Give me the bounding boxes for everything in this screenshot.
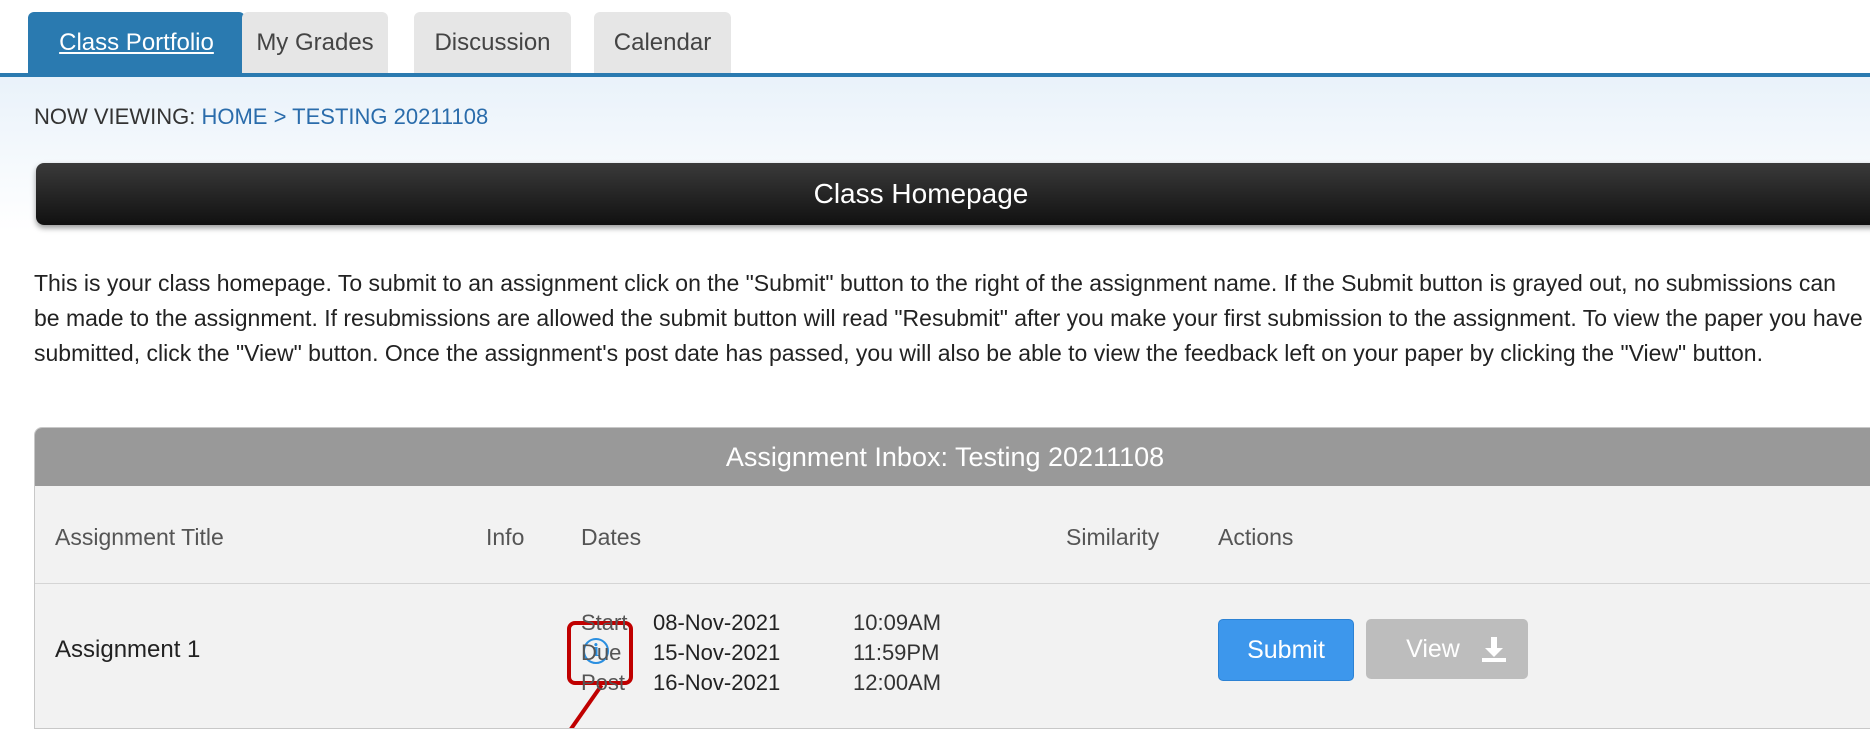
tab-class-portfolio[interactable]: Class Portfolio xyxy=(28,12,245,74)
start-date: 08-Nov-2021 xyxy=(653,610,781,635)
column-header-title: Assignment Title xyxy=(55,524,224,550)
download-icon xyxy=(1482,637,1506,662)
breadcrumb: NOW VIEWING: HOME > TESTING 20211108 xyxy=(34,104,488,130)
post-time: 12:00AM xyxy=(853,670,942,695)
date-line-post: Post 16-Nov-2021 12:00AM xyxy=(581,668,941,698)
tab-my-grades[interactable]: My Grades xyxy=(242,12,388,74)
tab-bar: Class Portfolio My Grades Discussion Cal… xyxy=(0,0,1870,77)
assignment-dates: Start 08-Nov-2021 10:09AM Due 15-Nov-2021 11… xyxy=(581,608,941,698)
class-homepage-bar: Class Homepage xyxy=(36,163,1870,225)
assignment-title: Assignment 1 xyxy=(55,636,201,663)
intro-text: This is your class homepage. To submit t… xyxy=(34,270,1863,366)
start-time: 10:09AM xyxy=(853,610,942,635)
inbox-title-bar: Assignment Inbox: Testing 20211108 xyxy=(35,428,1870,486)
breadcrumb-separator: > xyxy=(273,104,287,129)
tab-discussion[interactable]: Discussion xyxy=(414,12,571,74)
table-row: Assignment 1 i Start 08-Nov-2021 10:09AM D… xyxy=(35,584,1870,728)
column-header-actions: Actions xyxy=(1218,524,1294,550)
column-header-dates: Dates xyxy=(581,524,642,550)
assignment-inbox: Assignment Inbox: Testing 20211108 Assig… xyxy=(34,427,1870,729)
date-line-start: Start 08-Nov-2021 10:09AM xyxy=(581,608,941,638)
breadcrumb-prefix: NOW VIEWING: xyxy=(34,104,196,129)
due-label: Due xyxy=(581,640,622,665)
due-time: 11:59PM xyxy=(853,640,940,665)
column-header-info: Info xyxy=(486,524,525,550)
post-date: 16-Nov-2021 xyxy=(653,670,781,695)
submit-button[interactable]: Submit xyxy=(1218,619,1354,681)
post-label: Post xyxy=(581,670,626,695)
column-header-similarity: Similarity xyxy=(1066,524,1160,550)
breadcrumb-home-link[interactable]: HOME xyxy=(201,104,267,129)
inbox-column-headers: Assignment Title Info Dates Similarity A… xyxy=(35,486,1870,584)
start-label: Start xyxy=(581,610,628,635)
tab-calendar[interactable]: Calendar xyxy=(594,12,731,74)
download-button[interactable] xyxy=(1460,619,1528,679)
due-date: 15-Nov-2021 xyxy=(653,640,781,665)
date-line-due: Due 15-Nov-2021 11:59PM xyxy=(581,638,941,668)
inbox-title: Assignment Inbox: Testing 20211108 xyxy=(725,441,1165,472)
class-homepage-title: Class Homepage xyxy=(813,178,1029,209)
breadcrumb-current[interactable]: TESTING 20211108 xyxy=(292,104,488,129)
